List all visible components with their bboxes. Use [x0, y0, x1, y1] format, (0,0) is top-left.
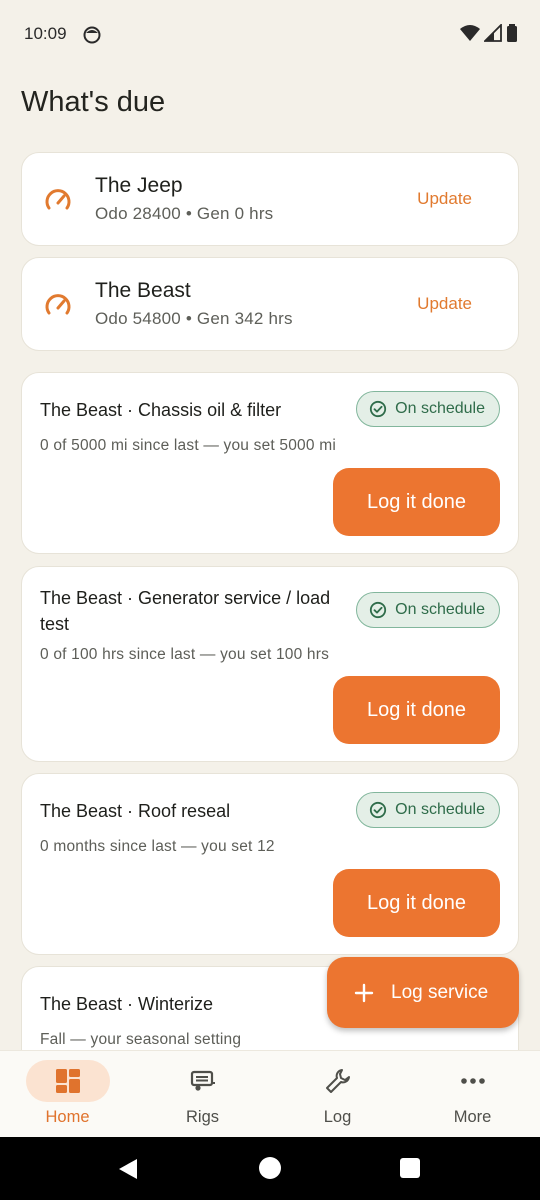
nav-label: Log [323, 1108, 352, 1126]
task-desc: 0 of 5000 mi since last — you set 5000 m… [40, 437, 336, 454]
status-badge: On schedule [356, 391, 500, 427]
plus-icon [354, 983, 374, 1002]
nav-label: Home [45, 1108, 90, 1126]
more-dots-icon [461, 1078, 485, 1084]
check-circle-icon [370, 601, 387, 619]
bottom-nav: Home Rigs Log More [0, 1050, 540, 1137]
gauge-icon [45, 189, 71, 210]
update-button[interactable]: Update [417, 189, 472, 209]
nav-item-rigs[interactable]: Rigs [135, 1051, 270, 1138]
nav-label: Rigs [185, 1108, 219, 1126]
task-card-roof-reseal: The Beast · Roof reseal On schedule 0 mo… [21, 773, 519, 955]
nav-label: More [453, 1108, 492, 1126]
check-circle-icon [370, 400, 387, 418]
task-desc: 0 months since last — you set 12 [40, 838, 275, 855]
nav-item-log[interactable]: Log [270, 1051, 405, 1138]
recents-icon[interactable] [400, 1158, 420, 1178]
task-title: The Beast · Generator service / load tes… [40, 588, 331, 634]
task-desc: Fall — your seasonal setting [40, 1031, 242, 1048]
fab-label: Log service [391, 981, 489, 1003]
task-title: The Beast · Roof reseal [40, 801, 231, 821]
status-time: 10:09 [24, 24, 67, 43]
nav-pill [26, 1060, 110, 1102]
rig-name: The Beast [95, 279, 191, 302]
dashboard-icon [56, 1069, 80, 1093]
nav-pill [161, 1060, 245, 1102]
nav-item-more[interactable]: More [405, 1051, 540, 1138]
rig-meta: Odo 28400 • Gen 0 hrs [95, 204, 274, 223]
back-icon[interactable] [118, 1158, 138, 1180]
nav-item-home[interactable]: Home [0, 1051, 135, 1138]
page-title: What's due [21, 86, 166, 118]
task-title: The Beast · Winterize [40, 994, 214, 1014]
app-notification-icon [83, 26, 101, 44]
task-title: The Beast · Chassis oil & filter [40, 400, 282, 420]
task-card-generator-service: The Beast · Generator service / load tes… [21, 566, 519, 762]
wifi-icon [460, 25, 480, 41]
status-badge-label: On schedule [395, 400, 485, 417]
update-button[interactable]: Update [417, 294, 472, 314]
log-it-done-button[interactable]: Log it done [333, 468, 500, 536]
status-badge-label: On schedule [395, 601, 485, 618]
status-badge-label: On schedule [395, 801, 485, 818]
nav-pill [296, 1060, 380, 1102]
log-it-done-button[interactable]: Log it done [333, 676, 500, 744]
gauge-icon [45, 294, 71, 315]
rig-card-jeep: The Jeep Odo 28400 • Gen 0 hrs Update [21, 152, 519, 246]
log-service-fab[interactable]: Log service [327, 957, 519, 1028]
status-badge: On schedule [356, 792, 500, 828]
status-bar: 10:09 [0, 0, 540, 70]
check-circle-icon [370, 801, 387, 819]
home-icon[interactable] [259, 1157, 281, 1179]
task-card-chassis-oil: The Beast · Chassis oil & filter On sche… [21, 372, 519, 554]
rig-card-beast: The Beast Odo 54800 • Gen 342 hrs Update [21, 257, 519, 351]
rig-name: The Jeep [95, 174, 183, 197]
signal-icon [484, 24, 502, 42]
status-indicators [460, 24, 518, 42]
rig-meta: Odo 54800 • Gen 342 hrs [95, 309, 293, 328]
rv-icon [190, 1070, 215, 1091]
wrench-icon [326, 1069, 350, 1093]
battery-icon [507, 24, 517, 42]
task-desc: 0 of 100 hrs since last — you set 100 hr… [40, 646, 330, 663]
nav-pill [431, 1060, 515, 1102]
status-badge: On schedule [356, 592, 500, 628]
system-nav-bar [0, 1137, 540, 1200]
log-it-done-button[interactable]: Log it done [333, 869, 500, 937]
